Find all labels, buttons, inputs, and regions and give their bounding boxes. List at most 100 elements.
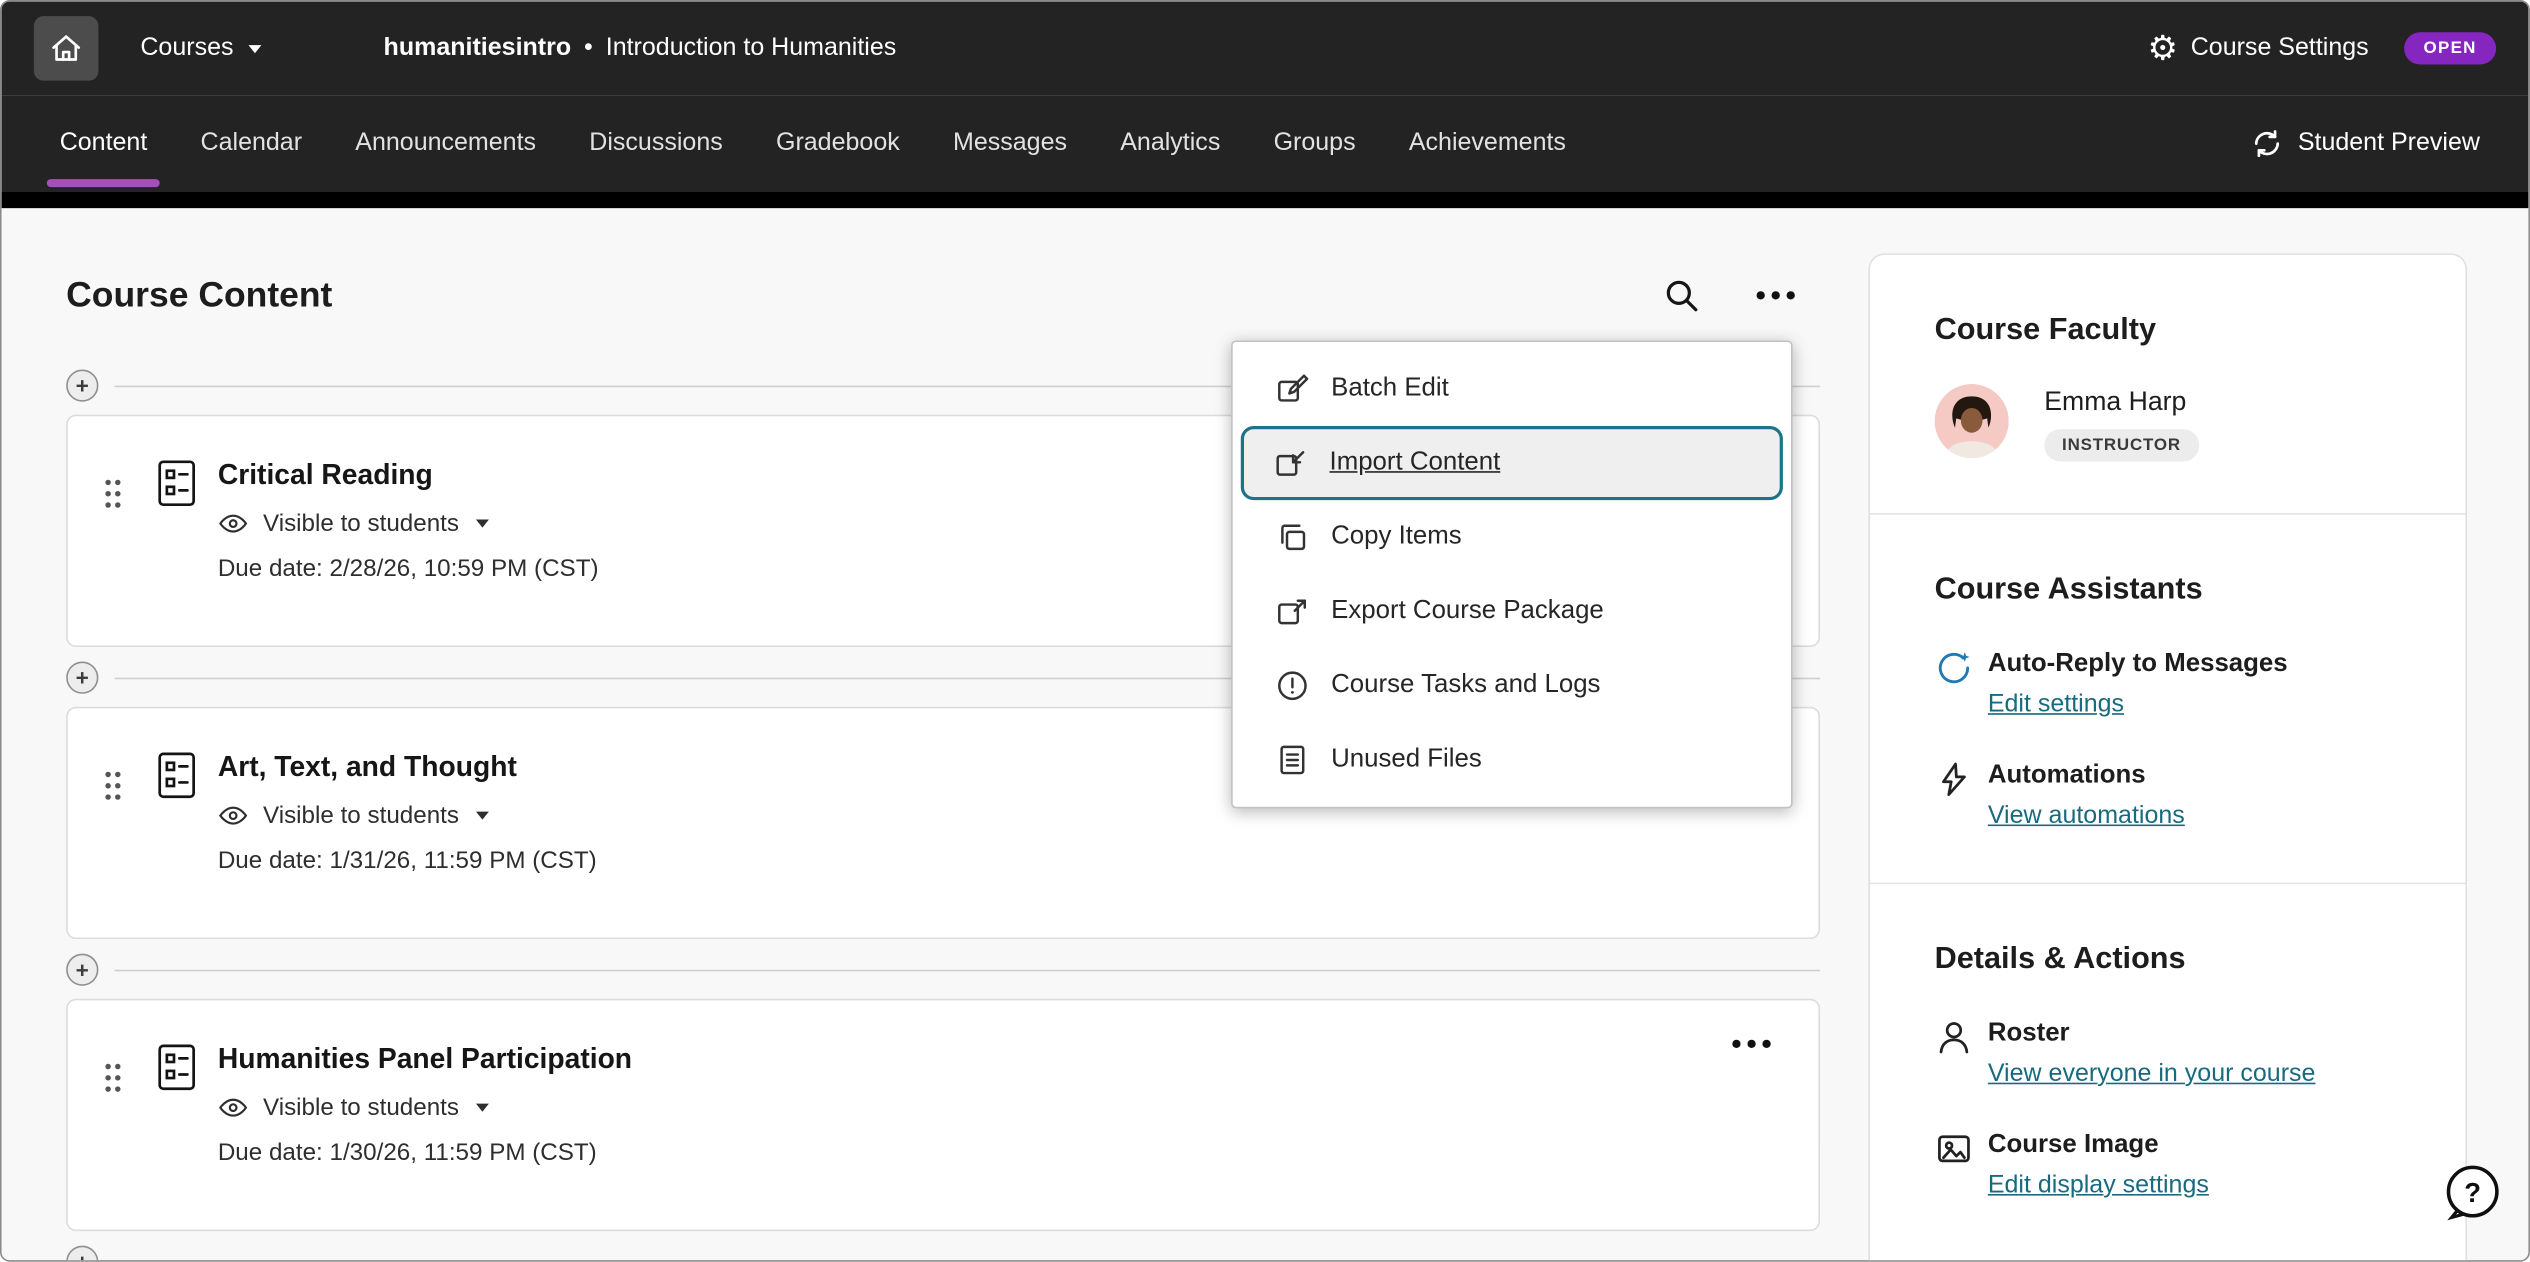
due-date: Due date: 2/28/26, 10:59 PM (CST) <box>218 555 599 582</box>
app-window: Courses humanitiesintro • Introduction t… <box>0 0 2530 1262</box>
search-icon <box>1662 276 1701 315</box>
breadcrumb: humanitiesintro • Introduction to Humani… <box>384 34 897 63</box>
topbar-actions: ⚙ Course Settings OPEN <box>2138 30 2496 67</box>
details-title: Course Image <box>1988 1131 2209 1160</box>
auto-reply-icon <box>1935 649 1974 688</box>
help-button[interactable]: ? <box>2441 1162 2502 1223</box>
drag-handle[interactable] <box>97 474 129 516</box>
card-body: Art, Text, and Thought Visible to studen… <box>218 750 597 937</box>
export-package-icon <box>1275 594 1310 629</box>
view-roster-link[interactable]: View everyone in your course <box>1988 1060 2316 1089</box>
plus-icon: + <box>76 374 89 397</box>
assignment-icon <box>155 458 199 645</box>
course-name: Introduction to Humanities <box>606 34 897 63</box>
due-date: Due date: 1/31/26, 11:59 PM (CST) <box>218 847 597 874</box>
avatar[interactable] <box>1935 384 2009 458</box>
content-header-actions: ••• <box>1659 273 1820 318</box>
add-content-button[interactable]: + <box>66 1246 98 1262</box>
menu-item-label: Batch Edit <box>1331 374 1449 403</box>
add-content-button[interactable]: + <box>66 662 98 694</box>
add-content-button[interactable]: + <box>66 954 98 986</box>
details-title: Roster <box>1988 1020 2316 1049</box>
plus-icon: + <box>76 958 89 981</box>
view-automations-link[interactable]: View automations <box>1988 802 2185 831</box>
tab-analytics[interactable]: Analytics <box>1120 97 1220 191</box>
open-status-badge: OPEN <box>2404 32 2496 64</box>
menu-item-import-content[interactable]: Import Content <box>1241 426 1783 500</box>
menu-item-unused-files[interactable]: Unused Files <box>1233 723 1791 797</box>
item-title-link[interactable]: Critical Reading <box>218 458 433 492</box>
assistant-row-body: Automations View automations <box>1988 762 2185 831</box>
tab-discussions[interactable]: Discussions <box>589 97 722 191</box>
add-content-divider: + <box>66 954 1820 986</box>
visibility-dropdown[interactable]: Visible to students <box>218 1092 490 1123</box>
course-settings-button[interactable]: ⚙ Course Settings <box>2138 30 2379 67</box>
tab-messages[interactable]: Messages <box>953 97 1067 191</box>
visibility-dropdown[interactable]: Visible to students <box>218 800 490 831</box>
breadcrumb-separator: • <box>584 34 593 63</box>
course-sidebar: Course Faculty Emma Harp INSTRUCTOR Cour… <box>1868 253 2467 1261</box>
tab-content[interactable]: Content <box>60 97 148 191</box>
ellipsis-icon: ••• <box>1731 1029 1776 1058</box>
drag-handle-icon <box>103 1059 122 1094</box>
details-row-course-image: Course Image Edit display settings <box>1935 1131 2401 1200</box>
assignment-icon <box>155 1042 199 1229</box>
home-button[interactable] <box>34 16 99 81</box>
menu-item-course-tasks-and-logs[interactable]: Course Tasks and Logs <box>1233 649 1791 723</box>
item-title-link[interactable]: Art, Text, and Thought <box>218 750 517 784</box>
chevron-down-icon <box>477 1104 490 1112</box>
drag-handle[interactable] <box>97 766 129 808</box>
drag-handle-icon <box>103 475 122 510</box>
drag-handle-icon <box>103 767 122 802</box>
menu-item-batch-edit[interactable]: Batch Edit <box>1233 352 1791 426</box>
tab-groups[interactable]: Groups <box>1274 97 1356 191</box>
student-preview-button[interactable]: Student Preview <box>2241 126 2489 161</box>
tab-announcements[interactable]: Announcements <box>355 97 536 191</box>
ellipsis-icon: ••• <box>1756 281 1801 310</box>
card-body: Critical Reading Visible to students Due… <box>218 458 599 645</box>
tab-achievements[interactable]: Achievements <box>1409 97 1566 191</box>
menu-item-copy-items[interactable]: Copy Items <box>1233 500 1791 574</box>
student-preview-label: Student Preview <box>2298 129 2480 158</box>
search-button[interactable] <box>1659 273 1704 318</box>
content-overflow-button[interactable]: ••• <box>1752 278 1803 313</box>
role-badge: INSTRUCTOR <box>2044 429 2198 461</box>
edit-display-settings-link[interactable]: Edit display settings <box>1988 1171 2209 1200</box>
edit-settings-link[interactable]: Edit settings <box>1988 691 2124 720</box>
course-image-icon <box>1935 1129 1974 1168</box>
sidebar-divider <box>1870 883 2465 885</box>
menu-item-label: Import Content <box>1330 449 1501 478</box>
visibility-dropdown[interactable]: Visible to students <box>218 508 490 539</box>
svg-text:?: ? <box>2464 1177 2481 1208</box>
unused-files-icon <box>1275 742 1310 777</box>
courses-label: Courses <box>140 34 233 63</box>
drag-handle[interactable] <box>97 1058 129 1100</box>
faculty-member: Emma Harp INSTRUCTOR <box>1935 384 2401 461</box>
home-icon <box>48 31 83 66</box>
menu-item-export-course-package[interactable]: Export Course Package <box>1233 574 1791 648</box>
courses-dropdown[interactable]: Courses <box>131 32 271 64</box>
eye-icon <box>218 1092 249 1123</box>
menu-item-label: Export Course Package <box>1331 597 1604 626</box>
eye-icon <box>218 508 249 539</box>
visibility-label: Visible to students <box>263 802 459 829</box>
question-icon: ? <box>2441 1162 2502 1223</box>
eye-icon <box>218 800 249 831</box>
assistant-title: Automations <box>1988 762 2185 791</box>
copy-items-icon <box>1275 520 1310 555</box>
faculty-info: Emma Harp INSTRUCTOR <box>2044 384 2198 461</box>
tab-gradebook[interactable]: Gradebook <box>776 97 900 191</box>
menu-item-label: Unused Files <box>1331 745 1482 774</box>
tab-calendar[interactable]: Calendar <box>201 97 302 191</box>
item-overflow-button[interactable]: ••• <box>1728 1026 1779 1061</box>
add-content-button[interactable]: + <box>66 369 98 401</box>
assistants-heading: Course Assistants <box>1935 573 2401 608</box>
automations-icon <box>1935 760 1974 799</box>
due-date: Due date: 1/30/26, 11:59 PM (CST) <box>218 1139 632 1166</box>
item-title-link[interactable]: Humanities Panel Participation <box>218 1042 632 1076</box>
student-preview-icon <box>2251 127 2283 159</box>
details-row-roster: Roster View everyone in your course <box>1935 1020 2401 1089</box>
roster-icon <box>1935 1018 1974 1057</box>
divider-line <box>115 969 1820 971</box>
import-content-icon <box>1273 445 1308 480</box>
